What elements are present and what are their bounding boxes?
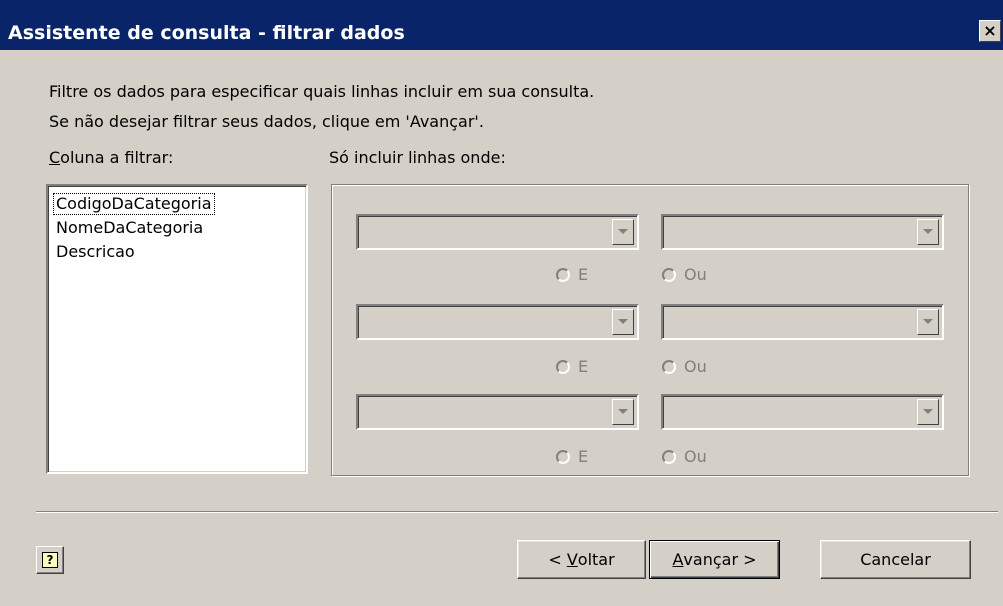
filter-1-or-radio[interactable]: Ou [662, 265, 707, 284]
filter-1-value-combo[interactable] [661, 214, 944, 250]
list-item[interactable]: CodigoDaCategoria [53, 193, 215, 215]
radio-icon [556, 267, 570, 282]
close-button[interactable]: × [979, 20, 1001, 42]
chevron-down-icon[interactable] [917, 309, 939, 335]
title-bar: Assistente de consulta - filtrar dados × [0, 0, 1003, 50]
cancel-button[interactable]: Cancelar [820, 540, 971, 579]
separator [36, 511, 998, 513]
radio-icon [662, 267, 676, 282]
close-icon: × [983, 21, 997, 40]
chevron-down-icon[interactable] [612, 399, 634, 425]
filter-1-and-radio[interactable]: E [556, 265, 588, 284]
filter-2-operator-combo[interactable] [356, 304, 639, 340]
chevron-down-icon[interactable] [612, 309, 634, 335]
window-title: Assistente de consulta - filtrar dados [8, 22, 405, 44]
filter-2-or-radio[interactable]: Ou [662, 357, 707, 376]
filter-3-operator-combo[interactable] [356, 394, 639, 430]
list-item[interactable]: Descricao [54, 242, 137, 262]
help-icon: ? [42, 552, 58, 568]
intro-line-2: Se não desejar filtrar seus dados, cliqu… [49, 112, 484, 131]
column-listbox[interactable]: CodigoDaCategoria NomeDaCategoria Descri… [46, 184, 308, 474]
list-item[interactable]: NomeDaCategoria [54, 218, 205, 238]
chevron-down-icon[interactable] [917, 219, 939, 245]
query-wizard-dialog: Assistente de consulta - filtrar dados ×… [0, 0, 1003, 606]
radio-icon [662, 449, 676, 464]
filter-3-and-radio[interactable]: E [556, 447, 588, 466]
help-button[interactable]: ? [36, 546, 64, 574]
radio-icon [662, 359, 676, 374]
filter-2-value-combo[interactable] [661, 304, 944, 340]
filter-3-or-radio[interactable]: Ou [662, 447, 707, 466]
filter-conditions-group: E Ou E Ou E Ou [331, 184, 969, 476]
radio-icon [556, 359, 570, 374]
back-button[interactable]: < Voltar [517, 540, 646, 579]
radio-icon [556, 449, 570, 464]
filter-3-value-combo[interactable] [661, 394, 944, 430]
filter-1-operator-combo[interactable] [356, 214, 639, 250]
intro-line-1: Filtre os dados para especificar quais l… [49, 82, 595, 101]
column-to-filter-label: Coluna a filtrar: [49, 148, 174, 167]
chevron-down-icon[interactable] [917, 399, 939, 425]
next-button[interactable]: Avançar > [649, 540, 780, 579]
filter-2-and-radio[interactable]: E [556, 357, 588, 376]
chevron-down-icon[interactable] [612, 219, 634, 245]
rows-condition-label: Só incluir linhas onde: [329, 148, 506, 167]
